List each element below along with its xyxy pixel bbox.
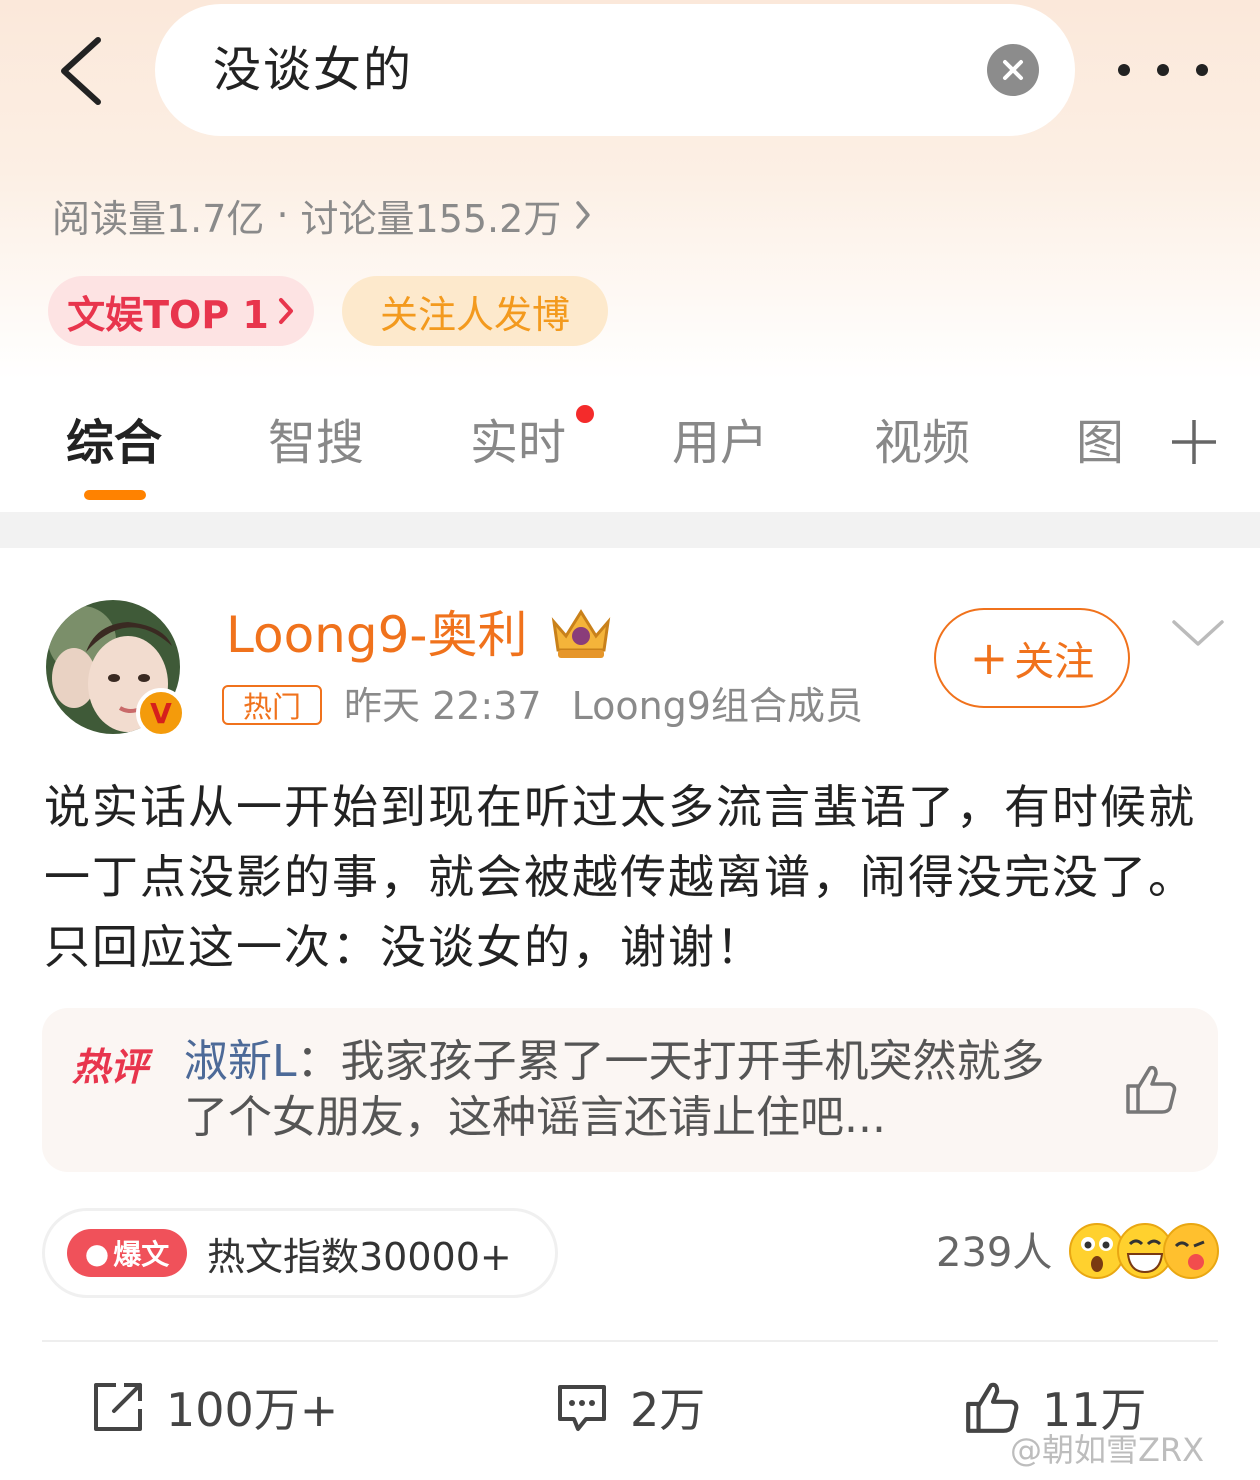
hot-post-badge-label: 热门	[242, 690, 301, 724]
tab-realtime[interactable]: 实时	[470, 413, 566, 473]
share-icon	[94, 1383, 142, 1431]
like-button[interactable]: 11万	[962, 1376, 1147, 1438]
comment-count: 2万	[630, 1383, 706, 1437]
plus-icon[interactable]	[1170, 418, 1218, 466]
repost-button[interactable]: 100万+	[90, 1376, 338, 1438]
hot-index-pill[interactable]: ● 爆文 热文指数30000+	[42, 1208, 558, 1298]
topic-stats[interactable]: 阅读量1.7亿 · 讨论量155.2万	[52, 188, 591, 242]
rank-tag[interactable]: 文娱TOP 1	[48, 276, 314, 346]
tab-smart-search[interactable]: 智搜	[268, 413, 364, 473]
tab-images[interactable]: 图	[1076, 413, 1124, 473]
plus-icon: +	[969, 631, 1009, 685]
followed-users-tag-label: 关注人发博	[379, 292, 570, 337]
hot-comment-user[interactable]: 淑新L	[184, 1036, 297, 1087]
chevron-down-icon[interactable]	[1170, 614, 1226, 654]
tab-users[interactable]: 用户	[672, 413, 768, 473]
close-icon	[1003, 60, 1023, 80]
read-count: 阅读量1.7亿	[52, 196, 265, 241]
hot-comment-colon: ：	[296, 1036, 341, 1087]
tab-videos[interactable]: 视频	[874, 413, 970, 473]
post-content: 说实话从一开始到现在听过太多流言蜚语了，有时候就一丁点没影的事，就会被越传越离谱…	[44, 780, 1196, 974]
section-divider	[0, 512, 1260, 548]
followed-users-tag[interactable]: 关注人发博	[342, 276, 608, 346]
chevron-left-icon	[61, 37, 101, 105]
discussion-count: 讨论量155.2万	[300, 196, 562, 241]
hot-index-text: 热文指数30000+	[207, 1234, 512, 1279]
search-input[interactable]: 没谈女的	[155, 4, 1075, 136]
tab-comprehensive[interactable]: 综合	[66, 413, 162, 473]
verified-badge-icon: V	[136, 688, 186, 738]
crown-badge-icon	[551, 609, 611, 658]
viral-badge: ● 爆文	[67, 1229, 187, 1277]
hot-comment-body: 淑新L：我家孩子累了一天打开手机突然就多了个女朋友，这种谣言还请止住吧...	[184, 1034, 1084, 1146]
follow-button-label: 关注	[1014, 639, 1095, 685]
hot-post-badge: 热门	[222, 685, 322, 725]
realtime-notification-dot	[576, 405, 594, 423]
follow-button[interactable]: + 关注	[934, 608, 1130, 708]
kissing-emoji-icon	[1163, 1223, 1219, 1279]
stats-separator: ·	[276, 193, 289, 237]
more-dot-icon	[1118, 64, 1130, 76]
search-query: 没谈女的	[213, 42, 414, 98]
post-time: 昨天 22:37	[344, 684, 542, 728]
post-source: Loong9组合成员	[571, 684, 863, 728]
thumbs-up-icon	[966, 1382, 1019, 1433]
repost-count: 100万+	[166, 1383, 339, 1437]
hot-comment-label: 热评	[72, 1045, 149, 1089]
active-tab-indicator	[84, 490, 146, 500]
search-tabs: 综合 智搜 实时 用户 视频 图	[0, 395, 1260, 510]
hot-comment-card[interactable]: 热评 淑新L：我家孩子累了一天打开手机突然就多了个女朋友，这种谣言还请止住吧..…	[42, 1008, 1218, 1172]
watermark: @朝如雪ZRX	[1010, 1431, 1205, 1469]
flame-icon: ●	[84, 1236, 110, 1270]
chevron-right-icon	[576, 201, 591, 229]
comment-button[interactable]: 2万	[554, 1376, 705, 1438]
action-bar-divider	[42, 1340, 1218, 1342]
reaction-count[interactable]: 239人	[936, 1226, 1052, 1280]
viral-badge-label: 爆文	[113, 1238, 170, 1271]
more-options-button[interactable]	[1118, 48, 1208, 92]
clear-search-button[interactable]	[987, 44, 1039, 96]
chevron-right-icon	[278, 298, 293, 324]
post-username[interactable]: Loong9-奥利	[226, 604, 527, 666]
comment-icon	[558, 1385, 606, 1431]
rank-tag-label: 文娱TOP 1	[67, 292, 269, 337]
back-button[interactable]	[50, 34, 110, 108]
more-dot-icon	[1196, 64, 1208, 76]
more-dot-icon	[1157, 64, 1169, 76]
post-meta: 昨天 22:37 Loong9组合成员	[344, 680, 863, 732]
thumbs-up-icon[interactable]	[1122, 1060, 1180, 1118]
